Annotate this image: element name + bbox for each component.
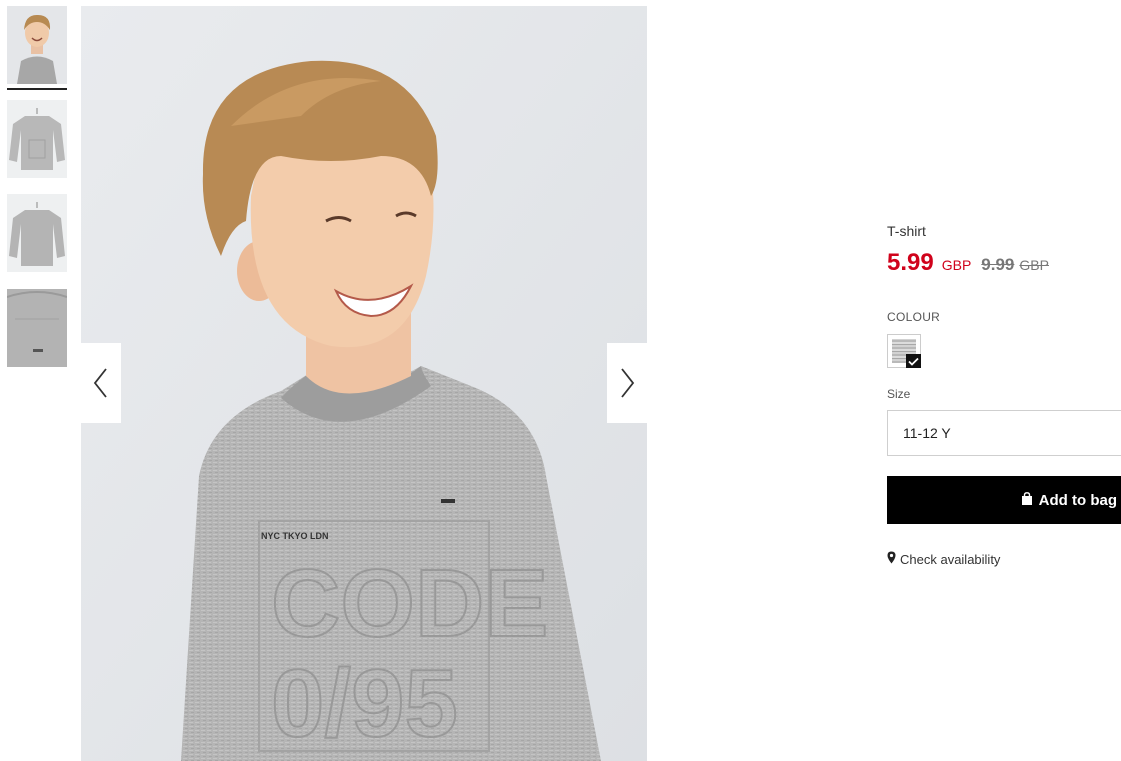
thumbnail-model[interactable] [7,6,67,84]
sale-price-currency: GBP [941,257,972,273]
shirt-print-code-text: CODE [271,550,548,657]
sale-price: 5.99 [887,249,934,276]
main-product-image: NYC TKYO LDN CODE 0/95 [81,6,647,761]
shirt-print-small-text: NYC TKYO LDN [261,531,329,541]
product-photo: NYC TKYO LDN CODE 0/95 [81,6,647,761]
check-availability-label: Check availability [900,551,1001,567]
shopping-bag-icon [1021,491,1033,509]
colour-swatch-grey[interactable] [887,334,921,368]
location-pin-icon [887,551,896,567]
add-to-bag-label: Add to bag [1038,491,1117,509]
check-availability-link[interactable]: Check availability [887,551,1000,567]
original-price: 9.99 [981,255,1015,274]
size-select-value: 11-12 Y [903,425,951,441]
thumbnail-shirt-detail[interactable] [7,289,67,367]
original-price-currency: GBP [1019,257,1049,273]
next-image-button[interactable] [607,343,647,423]
product-name: T-shirt [887,223,926,239]
chevron-left-icon [93,368,107,398]
thumbnail-shirt-front[interactable] [7,100,67,178]
chevron-right-icon [621,368,635,398]
size-select[interactable]: 11-12 Y [887,410,1121,456]
shirt-print-number-text: 0/95 [271,650,458,757]
product-info-panel: T-shirt 5.99 GBP 9.99 GBP COLOUR Size 11… [887,222,1121,567]
colour-label: COLOUR [887,310,941,324]
check-icon [906,354,921,368]
selected-thumbnail-indicator [7,88,67,90]
price-row: 5.99 GBP 9.99 GBP [887,249,1121,276]
add-to-bag-button[interactable]: Add to bag [887,476,1121,524]
thumbnail-shirt-back[interactable] [7,194,67,272]
previous-image-button[interactable] [81,343,121,423]
size-label: Size [887,387,911,401]
